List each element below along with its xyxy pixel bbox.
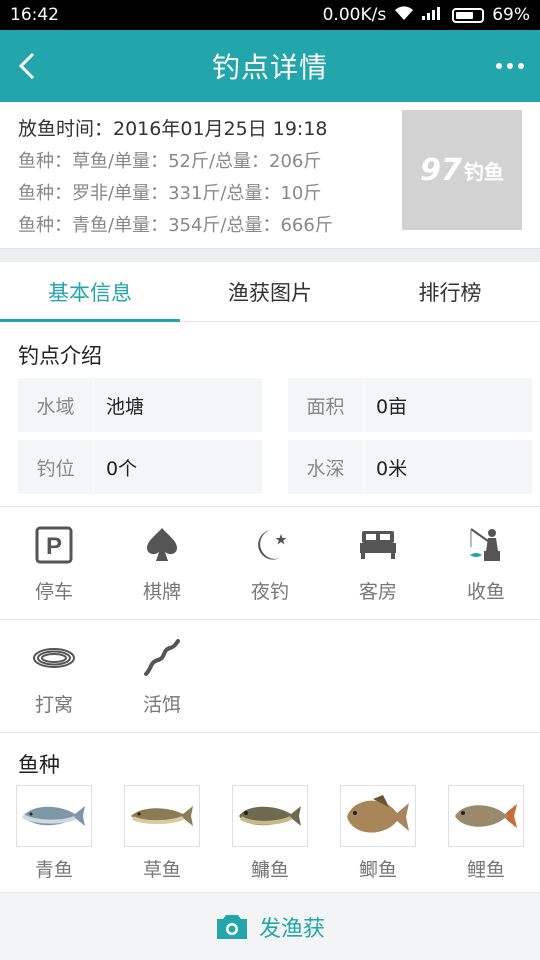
fish-image [448, 785, 524, 847]
post-catch-button[interactable]: 发渔获 [0, 892, 540, 960]
species-item[interactable]: 鲤鱼 [432, 785, 540, 882]
svg-text:P: P [46, 533, 62, 560]
facility-parking: P 停车 [0, 507, 108, 619]
wifi-icon [394, 5, 414, 26]
app-logo-icon: 97 [420, 152, 462, 188]
species-item[interactable]: 青鱼 [0, 785, 108, 882]
species-label: 青鱼 [34, 859, 73, 881]
section-separator [0, 248, 540, 262]
species-label: 鳙鱼 [250, 859, 289, 881]
post-catch-label: 发渔获 [258, 916, 325, 942]
signal-icon [422, 5, 444, 25]
species-list: 青鱼 草鱼 鳙鱼 鲫鱼 鲤鱼 [0, 785, 540, 892]
more-dot-icon [517, 63, 524, 69]
info-value: 0亩 [376, 395, 408, 418]
parking-icon: P [35, 523, 73, 567]
fisherman-icon [468, 523, 504, 567]
species-item[interactable]: 草鱼 [108, 785, 216, 882]
back-button[interactable] [16, 46, 56, 86]
battery-level: 69% [492, 5, 530, 25]
facility-fish-buyback: 收鱼 [432, 507, 540, 619]
info-cell-water: 水域 池塘 [18, 378, 262, 432]
camera-icon [216, 914, 247, 939]
app-header: 钓点详情 [0, 30, 540, 102]
facility-label: 停车 [34, 580, 73, 603]
fish-image [124, 785, 200, 847]
logo-text: 钓鱼 [463, 159, 504, 184]
intro-grid: 水域 池塘 面积 0亩 钓位 0个 水深 0米 [0, 378, 540, 506]
species-label: 草鱼 [142, 859, 181, 881]
facilities-row: 打窝 活饵 [0, 620, 540, 732]
facility-label: 棋牌 [142, 580, 181, 603]
species-item[interactable]: 鳙鱼 [216, 785, 324, 882]
info-key: 水域 [18, 378, 94, 432]
status-bar: 16:42 0.00K/s 69% [0, 0, 540, 30]
info-cell-depth: 水深 0米 [288, 440, 532, 494]
network-speed: 0.00K/s [322, 5, 387, 25]
clock: 16:42 [10, 5, 59, 25]
facility-label: 活饵 [142, 693, 181, 716]
more-menu-button[interactable] [484, 46, 524, 86]
coil-icon [32, 636, 76, 680]
info-key: 钓位 [18, 440, 94, 494]
facility-cards: 棋牌 [108, 507, 216, 619]
facility-label: 收鱼 [466, 580, 505, 603]
fish-image [232, 785, 308, 847]
info-cell-area: 面积 0亩 [288, 378, 532, 432]
species-item[interactable]: 鲫鱼 [324, 785, 432, 882]
fish-image [16, 785, 92, 847]
moon-star-icon [250, 523, 290, 567]
facility-live-bait: 活饵 [108, 620, 216, 732]
facility-chumming: 打窝 [0, 620, 108, 732]
intro-title: 钓点介绍 [18, 344, 102, 368]
info-value: 池塘 [106, 395, 145, 418]
tab-basic-info[interactable]: 基本信息 [0, 262, 180, 322]
spot-thumbnail[interactable]: 97 钓鱼 [402, 110, 522, 230]
facility-label: 打窝 [34, 693, 73, 716]
worm-icon [142, 636, 182, 680]
facility-night-fishing: 夜钓 [216, 507, 324, 619]
facility-label: 夜钓 [250, 580, 289, 603]
tab-leaderboard[interactable]: 排行榜 [360, 262, 540, 321]
fish-image [340, 785, 416, 847]
more-dot-icon [495, 63, 502, 69]
spade-icon [145, 523, 179, 567]
species-title: 鱼种 [18, 753, 60, 777]
tab-catch-photos[interactable]: 渔获图片 [180, 262, 360, 321]
tab-bar: 基本信息 渔获图片 排行榜 [0, 262, 540, 322]
species-label: 鲫鱼 [358, 859, 397, 881]
facility-label: 客房 [358, 580, 397, 603]
info-value: 0个 [106, 457, 138, 480]
info-value: 0米 [376, 457, 408, 480]
bed-icon [359, 523, 397, 567]
release-info: 放鱼时间：2016年01月25日 19:18 鱼种：草鱼/单量：52斤/总量：2… [0, 102, 540, 248]
info-cell-spots: 钓位 0个 [18, 440, 262, 494]
battery-icon [452, 7, 485, 23]
facility-rooms: 客房 [324, 507, 432, 619]
page-title: 钓点详情 [211, 51, 328, 84]
info-key: 水深 [288, 440, 364, 494]
species-label: 鲤鱼 [466, 859, 505, 881]
chevron-left-icon [18, 52, 35, 80]
more-dot-icon [506, 63, 513, 69]
info-key: 面积 [288, 378, 364, 432]
facilities-row: P 停车 棋牌 夜钓 客房 收鱼 [0, 507, 540, 619]
